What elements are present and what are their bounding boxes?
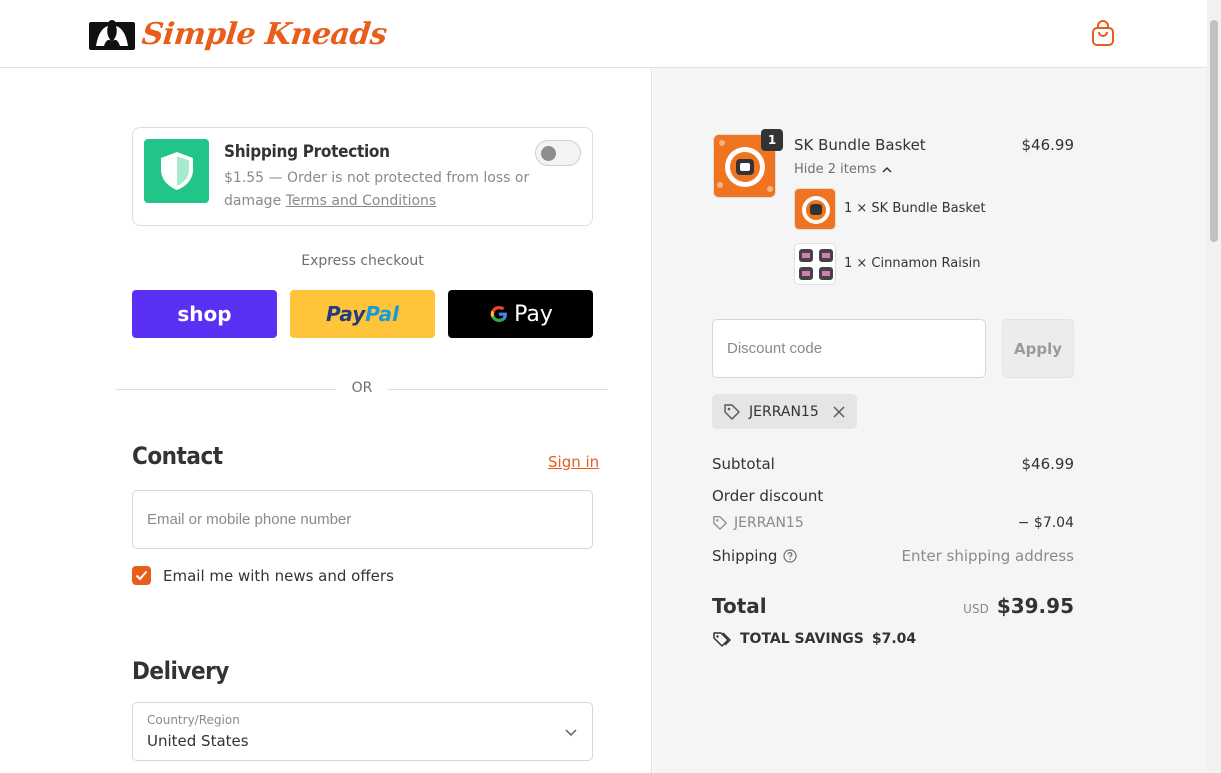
tags-icon — [713, 632, 731, 647]
google-pay-label: Pay — [514, 301, 553, 327]
remove-discount-button[interactable] — [833, 406, 845, 418]
shipping-row: Shipping — [712, 547, 798, 565]
email-field[interactable] — [132, 490, 593, 549]
protection-description: $1.55 — Order is not protected from loss… — [224, 167, 534, 213]
shipping-label: Shipping — [712, 547, 778, 565]
news-checkbox-label: Email me with news and offers — [163, 567, 394, 585]
discount-code-field[interactable] — [712, 319, 986, 378]
country-select[interactable]: Country/Region United States — [132, 702, 593, 761]
subtotal-value: $46.99 — [1021, 455, 1075, 473]
tag-icon — [724, 403, 740, 420]
applied-discount-chip: JERRAN15 — [712, 394, 857, 429]
chevron-up-icon — [882, 166, 892, 173]
google-pay-button[interactable]: Pay — [448, 290, 593, 338]
total-value: USD $39.95 — [963, 594, 1074, 618]
currency-code: USD — [963, 602, 989, 616]
hide-items-toggle[interactable]: Hide 2 items — [794, 162, 892, 177]
site-header: Simple Kneads — [0, 0, 1207, 68]
sub-item-text: 1 × SK Bundle Basket — [844, 201, 986, 216]
cart-button[interactable] — [1090, 20, 1116, 48]
hands-logo-icon — [89, 20, 135, 50]
contact-heading: Contact — [132, 442, 223, 470]
order-discount-label: Order discount — [712, 487, 824, 505]
quantity-badge: 1 — [761, 129, 783, 151]
toggle-knob — [541, 146, 556, 161]
express-checkout-label: Express checkout — [301, 253, 424, 269]
or-divider: OR — [116, 380, 608, 400]
divider-line-right — [388, 389, 608, 390]
sub-item-image — [795, 189, 835, 229]
paypal-button[interactable]: Pay Pal — [290, 290, 435, 338]
sign-in-link[interactable]: Sign in — [548, 453, 599, 471]
shop-pay-label: shop — [177, 302, 232, 326]
sub-item-thumbnail — [794, 243, 836, 285]
product-price: $46.99 — [1021, 136, 1075, 154]
close-icon — [833, 406, 845, 417]
hide-items-label: Hide 2 items — [794, 162, 877, 177]
shield-badge — [144, 139, 209, 203]
order-summary: 1 SK Bundle Basket $46.99 Hide 2 items 1… — [653, 68, 1207, 773]
shop-pay-button[interactable]: shop — [132, 290, 277, 338]
delivery-heading: Delivery — [132, 657, 229, 685]
news-checkbox[interactable] — [132, 566, 151, 585]
shipping-value: Enter shipping address — [901, 547, 1074, 565]
or-text: OR — [351, 380, 373, 396]
paypal-label-a: Pay — [325, 302, 366, 326]
savings-amount: $7.04 — [871, 631, 917, 647]
apply-discount-button[interactable]: Apply — [1002, 319, 1074, 378]
protection-toggle[interactable] — [535, 140, 581, 166]
discount-amount: − $7.04 — [1017, 515, 1074, 531]
sub-item-image — [795, 244, 835, 284]
paypal-label-b: Pal — [365, 302, 400, 326]
tag-icon — [713, 516, 727, 530]
subtotal-label: Subtotal — [712, 455, 775, 473]
discount-code-row: JERRAN15 — [712, 515, 804, 531]
shield-icon — [160, 152, 193, 190]
checkmark-icon — [135, 570, 148, 581]
applied-discount-code: JERRAN15 — [749, 403, 819, 420]
shopping-bag-icon — [1092, 20, 1114, 46]
total-label: Total — [712, 594, 767, 618]
country-select-value: United States — [147, 732, 249, 750]
sub-item-thumbnail — [794, 188, 836, 230]
brand-name: Simple Kneads — [140, 16, 389, 52]
page-scrollbar[interactable] — [1207, 0, 1221, 773]
shipping-protection-card: Shipping Protection $1.55 — Order is not… — [132, 127, 593, 226]
google-g-icon — [490, 306, 508, 322]
discount-code-text: JERRAN15 — [734, 515, 804, 531]
terms-link[interactable]: Terms and Conditions — [286, 193, 437, 209]
total-savings: TOTAL SAVINGS $7.04 — [712, 630, 916, 648]
checkout-main: Shipping Protection $1.55 — Order is not… — [0, 68, 652, 773]
help-icon[interactable] — [783, 549, 798, 563]
sub-item-text: 1 × Cinnamon Raisin — [844, 256, 981, 271]
savings-label: TOTAL SAVINGS — [740, 631, 864, 647]
scrollbar-thumb[interactable] — [1210, 20, 1218, 242]
chevron-down-icon — [565, 729, 577, 737]
product-name: SK Bundle Basket — [794, 136, 926, 154]
brand-logo[interactable]: Simple Kneads — [88, 14, 389, 54]
total-amount: $39.95 — [996, 594, 1074, 618]
country-select-label: Country/Region — [147, 713, 240, 727]
protection-title: Shipping Protection — [224, 142, 390, 162]
